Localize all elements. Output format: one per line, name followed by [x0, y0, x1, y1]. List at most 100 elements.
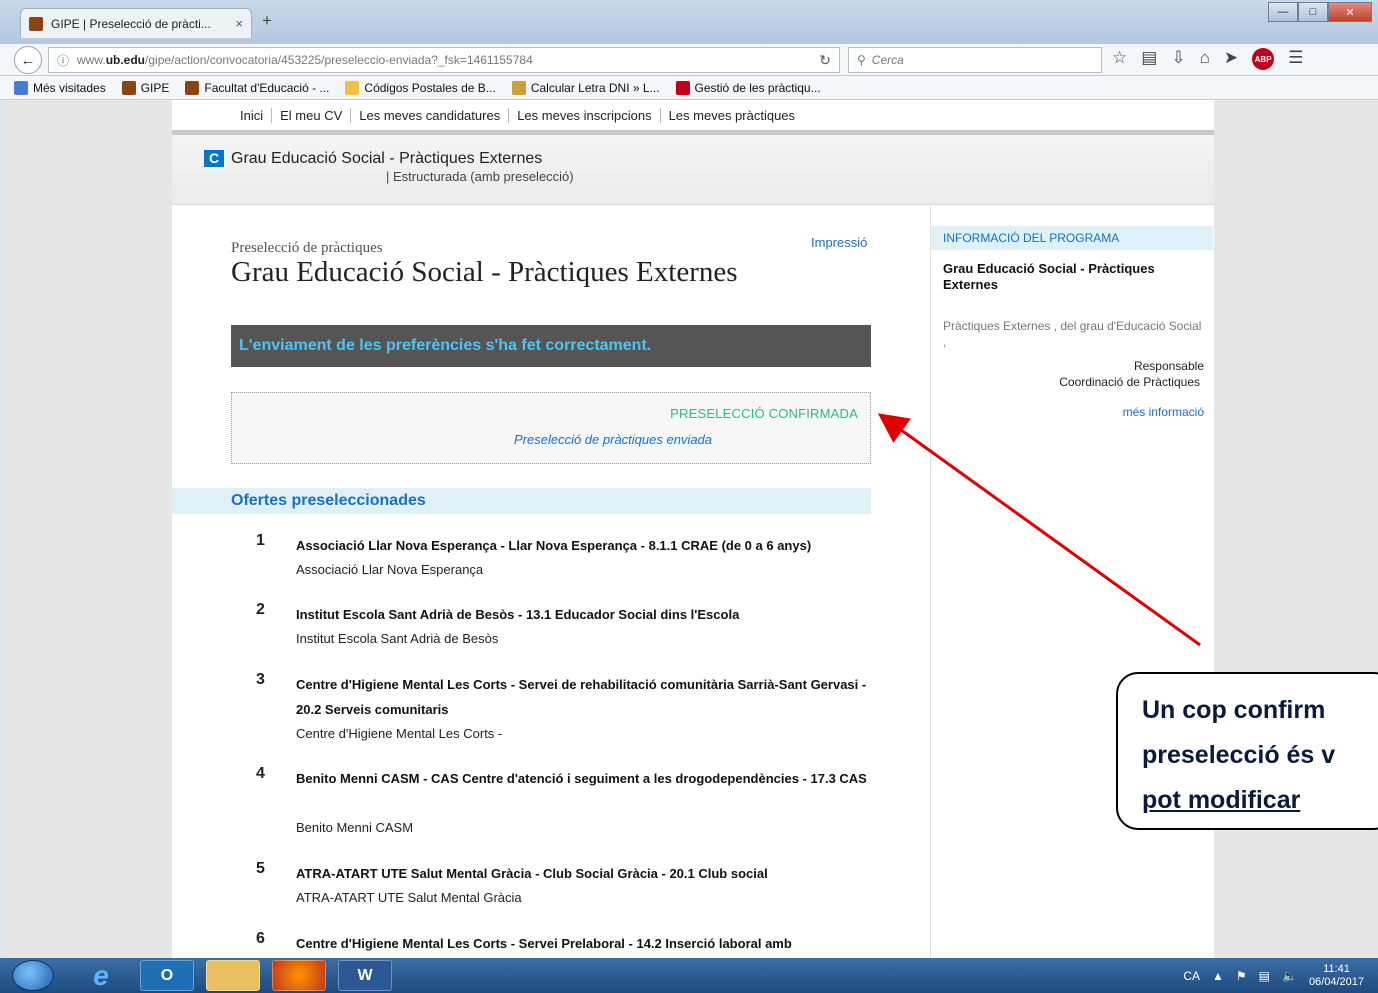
- callout-line-2: preselecció és v: [1142, 741, 1336, 769]
- url-prefix: www.: [77, 53, 106, 67]
- offer-title[interactable]: Centre d'Higiene Mental Les Corts - Serv…: [296, 931, 876, 956]
- bookmark-label: Calcular Letra DNI » L...: [530, 80, 660, 95]
- url-bar[interactable]: ⓘ www. ub.edu/gipe/action/convocatoria/45…: [48, 47, 840, 73]
- top-navigation: Inici El meu CV Les meves candidatures L…: [172, 100, 1214, 130]
- system-tray: CA ▲ ⚑ ▤ 🔈 11:41 06/04/2017: [1183, 960, 1364, 991]
- offer-entity: Benito Menni CASM: [296, 820, 414, 835]
- info-icon[interactable]: ⓘ: [57, 52, 69, 69]
- language-indicator[interactable]: CA: [1183, 969, 1200, 983]
- minimize-button[interactable]: —: [1268, 2, 1298, 22]
- bookmark-item[interactable]: Facultat d'Educació - ...: [185, 80, 329, 95]
- section-title: Ofertes preseleccionades: [172, 488, 871, 514]
- bookmark-item[interactable]: Códigos Postales de B...: [345, 80, 496, 95]
- search-icon: ⚲: [857, 53, 866, 67]
- responsible-value: Coordinació de Pràctiques: [1059, 375, 1200, 389]
- offer-title[interactable]: Associació Llar Nova Esperança - Llar No…: [296, 533, 876, 558]
- network-icon[interactable]: ▤: [1259, 969, 1270, 983]
- bookmark-icon: [185, 80, 200, 95]
- offer-number: 2: [256, 601, 265, 618]
- bookmark-icon: [121, 80, 136, 95]
- maximize-button[interactable]: □: [1298, 2, 1328, 22]
- browser-tab[interactable]: GIPE | Preselecció de pràcti... ×: [20, 8, 252, 38]
- responsible-label: Responsable: [1133, 359, 1204, 373]
- volume-icon[interactable]: 🔈: [1282, 969, 1297, 983]
- nav-candidatures[interactable]: Les meves candidatures: [351, 107, 510, 123]
- offer-title[interactable]: Institut Escola Sant Adrià de Besòs - 13…: [296, 602, 876, 627]
- offer-number: 6: [256, 930, 265, 947]
- offer-number: 1: [256, 532, 265, 549]
- confirm-status: PRESELECCIÓ CONFIRMADA: [670, 406, 858, 421]
- sidebar-heading: INFORMACIÓ DEL PROGRAMA: [931, 226, 1213, 250]
- offer-number: 4: [256, 765, 265, 782]
- send-icon[interactable]: ➤: [1224, 48, 1238, 70]
- banner-title: Grau Educació Social - Pràctiques Extern…: [231, 150, 543, 167]
- file-explorer-icon[interactable]: [206, 960, 260, 991]
- bookmark-item[interactable]: Gestió de les pràctiqu...: [675, 80, 821, 95]
- nav-inscripcions[interactable]: Les meves inscripcions: [509, 107, 661, 123]
- callout-line-1: Un cop confirm: [1142, 696, 1326, 724]
- adblock-icon[interactable]: ABP: [1252, 48, 1275, 70]
- nav-inici[interactable]: Inici: [232, 107, 273, 123]
- bookmark-icon: [14, 80, 28, 95]
- internet-explorer-icon[interactable]: e: [74, 960, 128, 991]
- window-controls: — □ ✕: [1268, 2, 1372, 22]
- bookmark-item[interactable]: Més visitades: [14, 80, 106, 95]
- start-button[interactable]: [12, 960, 54, 991]
- program-banner: C Grau Educació Social - Pràctiques Exte…: [172, 135, 1214, 205]
- back-button[interactable]: ←: [14, 46, 42, 74]
- nav-cv[interactable]: El meu CV: [272, 107, 352, 123]
- bookmarks-bar: Més visitades GIPE Facultat d'Educació - .…: [0, 76, 1378, 100]
- toolbar-icons: ☆ ▤ ⇩ ⌂ ➤ ABP ☰: [1112, 48, 1303, 70]
- clock[interactable]: 11:41 06/04/2017: [1309, 963, 1364, 989]
- offer-title[interactable]: Benito Menni CASM - CAS Centre d'atenció…: [296, 766, 876, 791]
- reload-icon[interactable]: ↻: [819, 52, 831, 69]
- callout-line-3: pot modificar: [1142, 786, 1301, 814]
- word-icon[interactable]: W: [338, 960, 392, 991]
- bookmark-label: Gestió de les pràctiqu...: [694, 80, 821, 95]
- url-path: /gipe/action/convocatoria/453225/presele…: [145, 53, 533, 67]
- nav-practiques[interactable]: Les meves pràctiques: [661, 108, 803, 123]
- confirm-link[interactable]: Preselecció de pràctiques enviada: [514, 432, 712, 447]
- success-message: L'enviament de les preferències s'ha fet…: [231, 325, 871, 367]
- page-content: Inici El meu CV Les meves candidatures L…: [172, 100, 1214, 958]
- search-input[interactable]: ⚲ Cerca: [848, 47, 1102, 73]
- program-sidebar: INFORMACIÓ DEL PROGRAMA Grau Educació So…: [930, 206, 1214, 958]
- reading-list-icon[interactable]: ▤: [1141, 48, 1157, 70]
- offer-entity: Centre d'Higiene Mental Les Corts -: [296, 726, 503, 741]
- firefox-icon[interactable]: [272, 960, 326, 991]
- offer-title[interactable]: Centre d'Higiene Mental Les Corts - Serv…: [296, 672, 876, 722]
- new-tab-button[interactable]: +: [262, 11, 272, 31]
- window-close-button[interactable]: ✕: [1328, 2, 1372, 22]
- bookmark-item[interactable]: GIPE: [121, 80, 169, 95]
- banner-subtitle: | Estructurada (amb preselecció): [386, 169, 574, 184]
- bookmark-icon: [675, 80, 690, 95]
- program-badge: C: [204, 150, 224, 167]
- more-info-link[interactable]: més informació: [1123, 405, 1204, 419]
- offer-entity: Institut Escola Sant Adrià de Besòs: [296, 631, 499, 646]
- tray-expand-icon[interactable]: ▲: [1212, 969, 1224, 983]
- tab-title: GIPE | Preselecció de pràcti...: [51, 16, 211, 31]
- flag-icon[interactable]: ⚑: [1236, 969, 1247, 983]
- print-link[interactable]: Impressió: [811, 235, 867, 250]
- bookmark-icon: [511, 80, 526, 95]
- offer-entity: Associació Llar Nova Esperança: [296, 562, 484, 577]
- gipe-favicon-icon: [29, 16, 43, 31]
- clock-date: 06/04/2017: [1308, 975, 1364, 988]
- download-icon[interactable]: ⇩: [1171, 48, 1185, 70]
- outlook-icon[interactable]: O: [140, 960, 194, 991]
- bookmark-item[interactable]: Calcular Letra DNI » L...: [511, 80, 660, 95]
- annotation-callout: Un cop confirm preselecció és v pot modi…: [1116, 672, 1378, 830]
- search-placeholder: Cerca: [871, 53, 904, 67]
- windows-taskbar: e O W CA ▲ ⚑ ▤ 🔈 11:41 06/04/2017: [0, 958, 1378, 993]
- sidebar-description: Pràctiques Externes , del grau d'Educaci…: [943, 319, 1202, 349]
- confirmation-box: PRESELECCIÓ CONFIRMADA Preselecció de pr…: [231, 392, 871, 464]
- bookmark-label: Més visitades: [33, 80, 106, 95]
- offer-number: 5: [256, 860, 265, 877]
- menu-icon[interactable]: ☰: [1288, 48, 1303, 70]
- bookmark-label: Códigos Postales de B...: [364, 80, 496, 95]
- tab-close-icon[interactable]: ×: [235, 16, 243, 31]
- offer-title[interactable]: ATRA-ATART UTE Salut Mental Gràcia - Clu…: [296, 861, 876, 886]
- home-icon[interactable]: ⌂: [1200, 48, 1210, 70]
- bookmark-star-icon[interactable]: ☆: [1112, 48, 1127, 70]
- bookmark-icon: [345, 80, 360, 95]
